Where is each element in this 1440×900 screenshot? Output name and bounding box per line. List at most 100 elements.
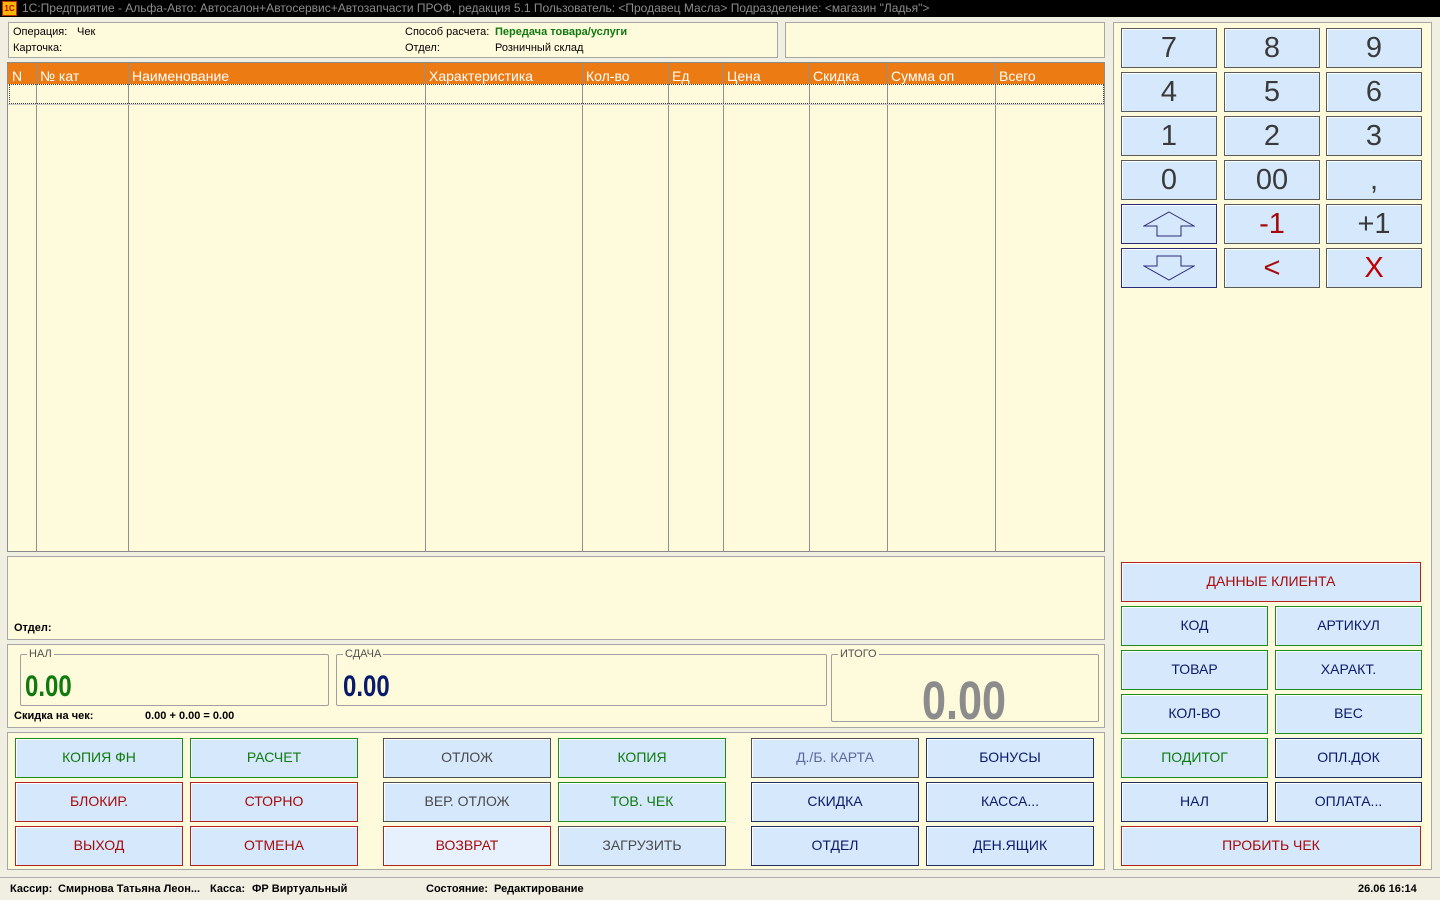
cash-amount-value: 0.00	[25, 670, 72, 703]
numpad-comma[interactable]: ,	[1326, 160, 1422, 200]
register-value: ФР Виртуальный	[252, 883, 348, 895]
numpad-5[interactable]: 5	[1224, 72, 1320, 112]
clear-button[interactable]: X	[1326, 248, 1422, 288]
column-divider	[995, 63, 996, 551]
state-value: Редактирование	[494, 883, 584, 895]
exit-button[interactable]: ВЫХОД	[15, 826, 183, 866]
column-header-catalog-no[interactable]: № кат	[36, 63, 128, 84]
article-button[interactable]: АРТИКУЛ	[1275, 606, 1422, 646]
column-divider	[668, 63, 669, 551]
cash-amount-box[interactable]: НАЛ 0.00	[20, 649, 329, 706]
cash-button[interactable]: НАЛ	[1121, 782, 1268, 822]
change-label: СДАЧА	[345, 648, 382, 660]
card-label: Карточка:	[13, 42, 63, 54]
characteristic-button[interactable]: ХАРАКТ.	[1275, 650, 1422, 690]
quantity-button[interactable]: КОЛ-ВО	[1121, 694, 1268, 734]
numpad-0[interactable]: 0	[1121, 160, 1217, 200]
column-header-price[interactable]: Цена	[723, 63, 809, 84]
numpad-4[interactable]: 4	[1121, 72, 1217, 112]
numpad-7[interactable]: 7	[1121, 28, 1217, 68]
code-button[interactable]: КОД	[1121, 606, 1268, 646]
column-header-discount[interactable]: Скидка	[809, 63, 887, 84]
action-buttons-panel: КОПИЯ ФН РАСЧЕТ ОТЛОЖ КОПИЯ Д./Б. КАРТА …	[7, 732, 1105, 870]
copy-button[interactable]: КОПИЯ	[558, 738, 726, 778]
block-button[interactable]: БЛОКИР.	[15, 782, 183, 822]
info-side-panel	[785, 22, 1105, 58]
refund-button[interactable]: ВОЗВРАТ	[383, 826, 551, 866]
receipt-table[interactable]: N № кат Наименование Характеристика Кол-…	[7, 62, 1105, 552]
scroll-up-button[interactable]	[1121, 204, 1217, 244]
department-button[interactable]: ОТДЕЛ	[751, 826, 919, 866]
item-detail-panel: Отдел:	[7, 556, 1105, 640]
weight-button[interactable]: ВЕС	[1275, 694, 1422, 734]
numpad-2[interactable]: 2	[1224, 116, 1320, 156]
column-header-unit[interactable]: Ед	[668, 63, 723, 84]
scroll-down-button[interactable]	[1121, 248, 1217, 288]
numpad-6[interactable]: 6	[1326, 72, 1422, 112]
totals-panel: НАЛ 0.00 СДАЧА 0.00 ИТОГО 0.00 Скидка на…	[7, 644, 1105, 731]
print-check-button[interactable]: ПРОБИТЬ ЧЕК	[1121, 826, 1421, 866]
window-title: 1С:Предприятие - Альфа-Авто: Автосалон+А…	[22, 1, 930, 15]
column-header-sum[interactable]: Сумма оп	[887, 63, 995, 84]
cashier-label: Кассир:	[10, 883, 53, 895]
total-label: ИТОГО	[840, 648, 877, 660]
payment-method-label: Способ расчета:	[405, 26, 490, 38]
payment-button[interactable]: ОПЛАТА...	[1275, 782, 1422, 822]
arrow-down-icon	[1142, 255, 1196, 281]
column-divider	[723, 63, 724, 551]
subtotal-button[interactable]: ПОДИТОГ	[1121, 738, 1268, 778]
storno-button[interactable]: СТОРНО	[190, 782, 358, 822]
cashbox-button[interactable]: КАССА...	[926, 782, 1094, 822]
register-label: Касса:	[210, 883, 246, 895]
detail-department-label: Отдел:	[14, 622, 52, 634]
cashier-value: Смирнова Татьяна Леон...	[58, 883, 201, 895]
department-value: Розничный склад	[495, 42, 584, 54]
minus-one-button[interactable]: -1	[1224, 204, 1320, 244]
cash-label: НАЛ	[29, 648, 52, 660]
payment-method-value: Передача товара/услуги	[495, 26, 628, 38]
load-button[interactable]: ЗАГРУЗИТЬ	[558, 826, 726, 866]
column-header-quantity[interactable]: Кол-во	[582, 63, 668, 84]
numpad-9[interactable]: 9	[1326, 28, 1422, 68]
department-label: Отдел:	[405, 42, 440, 54]
column-divider	[809, 63, 810, 551]
datetime: 26.06 16:14	[1358, 883, 1417, 895]
column-header-total[interactable]: Всего	[995, 63, 1104, 84]
cancel-button[interactable]: ОТМЕНА	[190, 826, 358, 866]
return-deferred-button[interactable]: ВЕР. ОТЛОЖ	[383, 782, 551, 822]
operation-label: Операция:	[13, 26, 68, 38]
copy-fn-button[interactable]: КОПИЯ ФН	[15, 738, 183, 778]
arrow-up-icon	[1142, 211, 1196, 237]
column-header-name[interactable]: Наименование	[128, 63, 425, 84]
row-separator	[8, 104, 1104, 105]
check-discount-label: Скидка на чек:	[14, 710, 94, 722]
numpad-3[interactable]: 3	[1326, 116, 1422, 156]
goods-check-button[interactable]: ТОВ. ЧЕК	[558, 782, 726, 822]
column-divider	[887, 63, 888, 551]
numpad-8[interactable]: 8	[1224, 28, 1320, 68]
numpad-00[interactable]: 00	[1224, 160, 1320, 200]
discount-card-button[interactable]: Д./Б. КАРТА	[751, 738, 919, 778]
plus-one-button[interactable]: +1	[1326, 204, 1422, 244]
table-header: N № кат Наименование Характеристика Кол-…	[8, 63, 1104, 84]
cash-drawer-button[interactable]: ДЕН.ЯЩИК	[926, 826, 1094, 866]
goods-button[interactable]: ТОВАР	[1121, 650, 1268, 690]
calc-button[interactable]: РАСЧЕТ	[190, 738, 358, 778]
numpad-1[interactable]: 1	[1121, 116, 1217, 156]
client-data-button[interactable]: ДАННЫЕ КЛИЕНТА	[1121, 562, 1421, 602]
column-divider	[36, 63, 37, 551]
column-header-n[interactable]: N	[8, 63, 36, 84]
table-row-selected[interactable]	[9, 84, 1104, 104]
pay-doc-button[interactable]: ОПЛ.ДОК	[1275, 738, 1422, 778]
discount-button[interactable]: СКИДКА	[751, 782, 919, 822]
defer-button[interactable]: ОТЛОЖ	[383, 738, 551, 778]
column-header-characteristic[interactable]: Характеристика	[425, 63, 582, 84]
status-bar: Кассир: Смирнова Татьяна Леон... Касса: …	[0, 877, 1440, 900]
change-amount-value: 0.00	[343, 670, 390, 703]
backspace-button[interactable]: <	[1224, 248, 1320, 288]
change-amount-box: СДАЧА 0.00	[336, 649, 827, 706]
total-amount-box: ИТОГО 0.00	[831, 648, 1099, 731]
app-logo-icon: 1С	[2, 1, 17, 16]
total-amount-value: 0.00	[922, 671, 1007, 731]
bonuses-button[interactable]: БОНУСЫ	[926, 738, 1094, 778]
